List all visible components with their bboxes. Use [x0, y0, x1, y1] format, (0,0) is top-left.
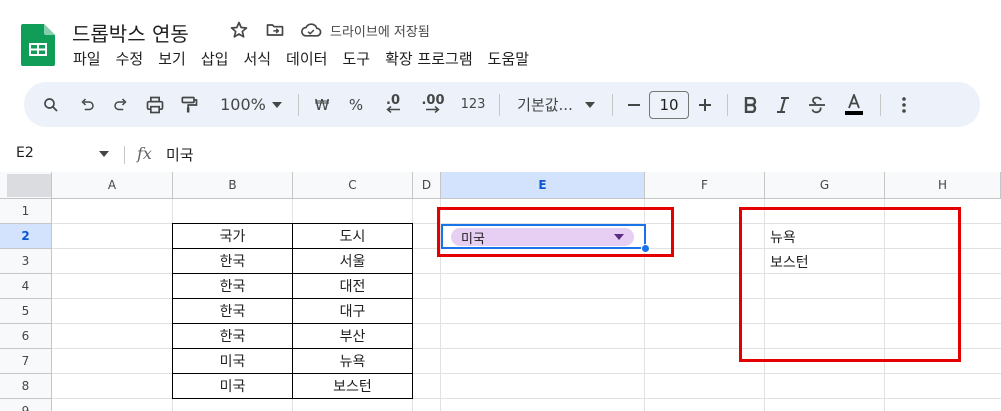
select-all-corner[interactable] [0, 172, 52, 199]
google-sheets-logo-icon[interactable] [21, 24, 55, 66]
cell-b3[interactable]: 한국 [172, 248, 293, 274]
font-family-select[interactable]: 기본값... [506, 91, 606, 119]
row-header-2[interactable]: 2 [0, 224, 52, 249]
cell-b6[interactable]: 한국 [172, 323, 293, 349]
cell-b2[interactable]: 국가 [172, 223, 293, 249]
column-header-d[interactable]: D [413, 172, 441, 199]
strikethrough-icon[interactable] [800, 91, 834, 119]
text-color-icon[interactable] [834, 91, 874, 119]
column-header-b[interactable]: B [173, 172, 293, 199]
save-status-text: 드라이브에 저장됨 [330, 24, 430, 40]
row-header-7[interactable]: 7 [0, 349, 52, 374]
toolbar-divider [612, 93, 613, 116]
menu-data[interactable]: 데이터 [286, 48, 327, 69]
column-header-h[interactable]: H [885, 172, 1001, 199]
function-icon: fx [137, 144, 152, 163]
more-formats-button[interactable]: 123 [453, 91, 493, 119]
menu-extensions[interactable]: 확장 프로그램 [385, 48, 473, 69]
increase-font-size-icon[interactable] [689, 91, 721, 119]
menu-insert[interactable]: 삽입 [201, 48, 229, 69]
row-header-6[interactable]: 6 [0, 324, 52, 349]
more-options-icon[interactable] [887, 91, 921, 119]
bold-icon[interactable] [734, 91, 766, 119]
column-header-c[interactable]: C [293, 172, 413, 199]
toolbar-divider [880, 93, 881, 116]
cell-b8[interactable]: 미국 [172, 373, 293, 399]
italic-icon[interactable] [766, 91, 800, 119]
redo-icon[interactable] [104, 91, 138, 119]
paint-format-icon[interactable] [172, 91, 206, 119]
menu-view[interactable]: 보기 [158, 48, 186, 69]
cell-c3[interactable]: 서울 [292, 248, 413, 274]
move-to-folder-icon[interactable] [264, 19, 286, 41]
formula-input[interactable]: 미국 [166, 144, 194, 165]
decrease-font-size-icon[interactable] [619, 91, 649, 119]
toolbar: 100% ₩ % .0 .00 123 기본값... 10 [24, 82, 980, 127]
undo-icon[interactable] [70, 91, 104, 119]
cell-c4[interactable]: 대전 [292, 273, 413, 299]
formula-bar: E2 fx 미국 [0, 138, 1001, 170]
column-header-f[interactable]: F [645, 172, 765, 199]
row-header-5[interactable]: 5 [0, 299, 52, 324]
chevron-down-icon[interactable] [99, 151, 109, 157]
toolbar-divider [298, 93, 299, 116]
row-header-9[interactable]: 9 [0, 399, 52, 411]
column-header-a[interactable]: A [52, 172, 173, 199]
formula-divider [124, 146, 125, 164]
cell-c2[interactable]: 도시 [292, 223, 413, 249]
menu-edit[interactable]: 수정 [116, 48, 144, 69]
toolbar-divider [727, 93, 728, 116]
increase-decimal-label: .00 [421, 93, 445, 108]
row-header-1[interactable]: 1 [0, 199, 52, 224]
annotation-highlight-results [739, 207, 961, 362]
font-size-input[interactable]: 10 [649, 90, 689, 119]
chevron-down-icon [584, 101, 595, 108]
star-icon[interactable] [228, 19, 250, 41]
increase-decimal-button[interactable]: .00 [413, 91, 453, 119]
column-header-g[interactable]: G [765, 172, 885, 199]
cell-c7[interactable]: 뉴욕 [292, 348, 413, 374]
zoom-select[interactable]: 100% [210, 91, 292, 119]
chevron-down-icon [271, 101, 282, 108]
spreadsheet-grid[interactable]: A B C D E F G H 1 2 3 4 5 6 7 8 9 국가 도시 … [0, 172, 1001, 411]
cloud-saved-icon[interactable] [300, 19, 322, 41]
menu-format[interactable]: 서식 [243, 48, 271, 69]
font-family-value: 기본값... [517, 96, 573, 114]
search-icon[interactable] [38, 91, 64, 119]
row-header-8[interactable]: 8 [0, 374, 52, 399]
currency-format-button[interactable]: ₩ [305, 91, 339, 119]
name-box[interactable]: E2 [16, 145, 34, 161]
zoom-value: 100% [220, 95, 266, 114]
menu-help[interactable]: 도움말 [488, 48, 529, 69]
column-header-e[interactable]: E [441, 172, 645, 199]
arrow-left-icon [386, 106, 400, 113]
decrease-decimal-button[interactable]: .0 [373, 91, 413, 119]
row-header-4[interactable]: 4 [0, 274, 52, 299]
cell-c6[interactable]: 부산 [292, 323, 413, 349]
cell-b7[interactable]: 미국 [172, 348, 293, 374]
percent-format-button[interactable]: % [339, 91, 373, 119]
menu-file[interactable]: 파일 [73, 48, 101, 69]
cell-b5[interactable]: 한국 [172, 298, 293, 324]
annotation-highlight-dropdown [437, 207, 674, 257]
row-header-3[interactable]: 3 [0, 249, 52, 274]
menu-tools[interactable]: 도구 [342, 48, 370, 69]
cell-c8[interactable]: 보스턴 [292, 373, 413, 399]
document-title[interactable]: 드롭박스 연동 [72, 18, 189, 47]
toolbar-divider [499, 93, 500, 116]
arrow-right-icon [426, 106, 440, 113]
print-icon[interactable] [138, 91, 172, 119]
cell-b4[interactable]: 한국 [172, 273, 293, 299]
decrease-decimal-label: .0 [386, 93, 400, 108]
menu-bar: 파일 수정 보기 삽입 서식 데이터 도구 확장 프로그램 도움말 [73, 48, 529, 69]
cell-c5[interactable]: 대구 [292, 298, 413, 324]
